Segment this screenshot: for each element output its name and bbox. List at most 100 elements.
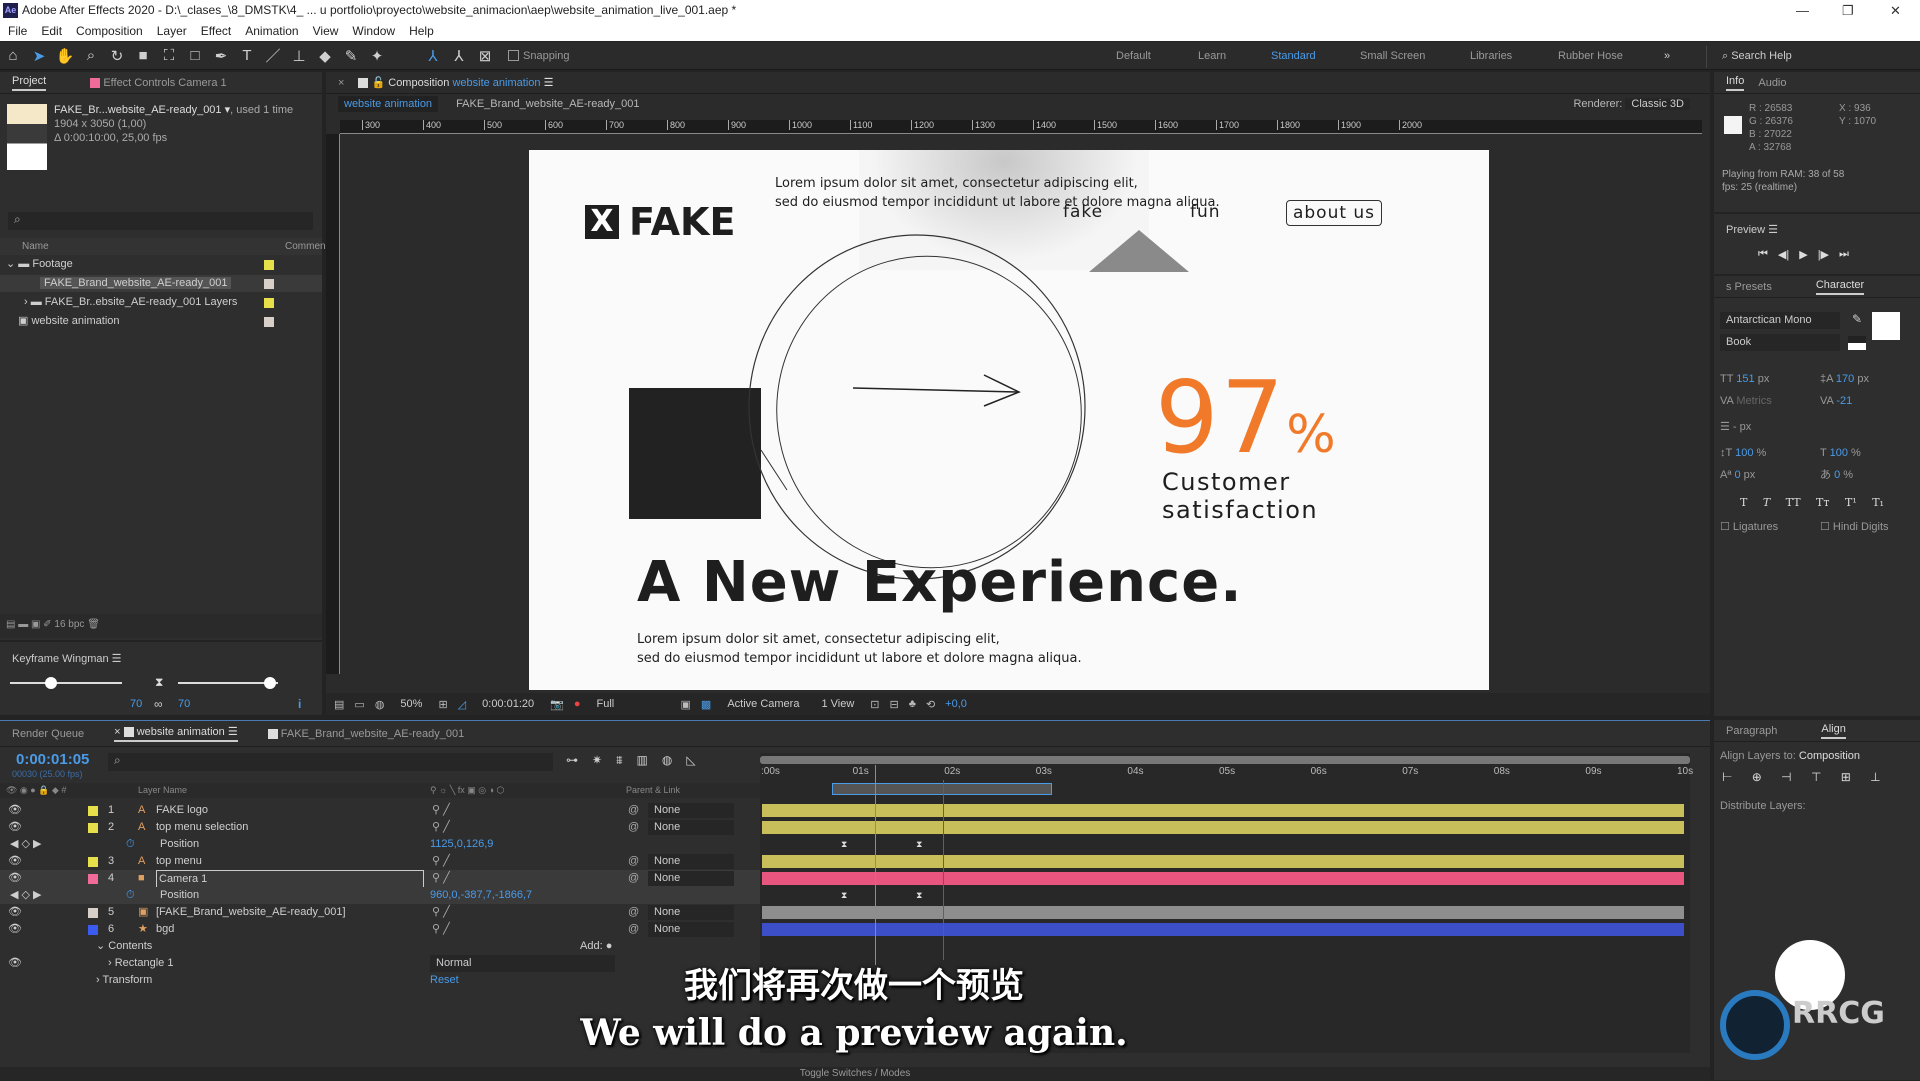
exposure-reset-icon[interactable]: ⟲	[926, 698, 935, 711]
tracking-value[interactable]: -21	[1836, 395, 1852, 407]
ease-in-value[interactable]: 70	[130, 698, 142, 710]
playhead[interactable]	[874, 765, 876, 965]
close-icon[interactable]: ✕	[1890, 0, 1901, 21]
preview-options-icon[interactable]: ▤	[334, 698, 344, 711]
minimize-icon[interactable]: —	[1796, 0, 1809, 21]
next-frame-icon[interactable]: |▶	[1818, 248, 1829, 261]
prev-frame-icon[interactable]: ◀|	[1778, 248, 1789, 261]
snapping-checkbox[interactable]	[508, 50, 519, 61]
more-workspaces-icon[interactable]: »	[1664, 50, 1670, 62]
label-color[interactable]	[88, 908, 98, 918]
menu-composition[interactable]: Composition	[76, 21, 143, 41]
ease-in-slider[interactable]	[10, 682, 122, 684]
col-comment[interactable]: Commen	[285, 238, 326, 255]
workspace-default[interactable]: Default	[1116, 50, 1151, 62]
menu-file[interactable]: File	[8, 21, 27, 41]
project-item-footage[interactable]: ⌄ ▬ Footage	[0, 256, 322, 273]
label-color[interactable]	[88, 857, 98, 867]
property-row[interactable]: ◀ ◇ ▶ ⏱ Position 960,0,-387,7,-1866,7	[0, 887, 760, 904]
graph-editor-icon[interactable]: ◺	[686, 753, 695, 768]
pickwhip-icon[interactable]: @	[628, 870, 639, 887]
pan-behind-tool-icon[interactable]: ⛶	[156, 47, 182, 64]
keyframe[interactable]: ⧗	[916, 890, 923, 900]
layer-duration-bar[interactable]	[762, 906, 1684, 919]
workspace-standard[interactable]: Standard	[1271, 50, 1316, 62]
workspace-libraries[interactable]: Libraries	[1470, 50, 1512, 62]
tab-audio[interactable]: Audio	[1758, 77, 1786, 89]
timeline-search-input[interactable]: ⌕	[108, 753, 553, 771]
pickwhip-icon[interactable]: @	[628, 921, 639, 938]
camera-tool-icon[interactable]: ■	[130, 47, 156, 64]
tab-render-queue[interactable]: Render Queue	[12, 728, 84, 740]
menu-window[interactable]: Window	[352, 21, 395, 41]
shy-icon[interactable]: ⩩	[616, 753, 622, 768]
switches[interactable]: ⚲ ╱	[432, 802, 450, 819]
hand-tool-icon[interactable]: ✋	[52, 47, 78, 65]
close-tab-icon[interactable]: ×	[338, 77, 344, 89]
property-value[interactable]: 960,0,-387,7,-1866,7	[430, 887, 532, 904]
menu-layer[interactable]: Layer	[157, 21, 187, 41]
view-axis-icon[interactable]: ⊠	[472, 47, 498, 65]
layer-name[interactable]: [FAKE_Brand_website_AE-ready_001]	[156, 904, 346, 921]
visibility-icon[interactable]: 👁	[8, 804, 22, 816]
layer-name[interactable]: bgd	[156, 921, 174, 938]
resolution-dropdown[interactable]: Full	[590, 698, 671, 710]
visibility-icon[interactable]: 👁	[8, 821, 22, 833]
col-parent[interactable]: Parent & Link	[626, 783, 680, 798]
current-time[interactable]: 0:00:01:05	[16, 751, 89, 768]
visibility-icon[interactable]: 👁	[8, 872, 22, 884]
tsume-value[interactable]: 0	[1834, 469, 1840, 481]
crumb-website-animation[interactable]: website animation	[338, 96, 439, 112]
workspace-learn[interactable]: Learn	[1198, 50, 1226, 62]
menu-help[interactable]: Help	[409, 21, 434, 41]
parent-dropdown[interactable]: None	[648, 854, 734, 869]
renderer-dropdown[interactable]: Classic 3D	[1625, 98, 1690, 110]
kerning-value[interactable]: Metrics	[1736, 395, 1771, 407]
stopwatch-icon[interactable]: ⏱	[126, 836, 135, 853]
tab-character[interactable]: Character	[1815, 279, 1865, 295]
font-style-dropdown[interactable]: Book	[1720, 334, 1840, 351]
label-color[interactable]	[88, 874, 98, 884]
visibility-icon[interactable]: 👁	[8, 855, 22, 867]
pickwhip-icon[interactable]: @	[628, 904, 639, 921]
frame-blending-icon[interactable]: ▥	[636, 753, 647, 768]
keyframe[interactable]: ⧗	[916, 839, 923, 849]
parent-dropdown[interactable]: None	[648, 905, 734, 920]
tab-effect-controls[interactable]: Effect Controls Camera 1	[103, 77, 226, 89]
local-axis-icon[interactable]: ⅄	[420, 47, 446, 65]
project-search-input[interactable]: ⌕	[8, 212, 313, 230]
menu-view[interactable]: View	[313, 21, 339, 41]
tab-project[interactable]: Project	[12, 75, 47, 91]
layer-row[interactable]: 👁 1 A FAKE logo ⚲ ╱ @ None	[0, 802, 760, 819]
pickwhip-icon[interactable]: @	[628, 819, 639, 836]
keyframe-nav[interactable]: ◀ ◇ ▶	[10, 838, 42, 850]
search-help-input[interactable]: ⌕ Search Help	[1722, 46, 1912, 66]
keyframe[interactable]: ⧗	[841, 839, 848, 849]
horizontal-scale-value[interactable]: 100	[1830, 447, 1848, 459]
composition-flowchart-icon[interactable]: ⊶	[566, 753, 578, 768]
work-area-bar[interactable]	[760, 756, 1690, 764]
switches[interactable]: ⚲ ╱	[432, 853, 450, 870]
layer-row[interactable]: 👁 3 A top menu ⚲ ╱ @ None	[0, 853, 760, 870]
layer-duration-bar[interactable]	[762, 923, 1684, 936]
fill-color-swatch[interactable]	[1872, 312, 1900, 340]
time-graph[interactable]	[760, 753, 1690, 1053]
first-frame-icon[interactable]: ⏮	[1758, 248, 1768, 261]
info-icon[interactable]: i	[298, 697, 301, 711]
contents-row[interactable]: ⌄ Contents Add: ●	[0, 938, 760, 955]
baseline-shift-value[interactable]: 0	[1734, 469, 1740, 481]
align-to-dropdown[interactable]: Composition	[1799, 750, 1860, 762]
pen-tool-icon[interactable]: ✒	[208, 47, 234, 65]
ease-out-slider[interactable]	[178, 682, 278, 684]
channel-icon[interactable]: ●	[574, 698, 581, 710]
snapshot-icon[interactable]: 📷	[550, 698, 564, 711]
world-axis-icon[interactable]: ⅄	[446, 47, 472, 65]
fast-preview-icon[interactable]: ▣	[681, 698, 691, 711]
font-style-buttons[interactable]: T T TT Tт T¹ T₁	[1720, 492, 1916, 514]
transparency-grid-icon[interactable]: ▩	[701, 698, 711, 711]
eyedropper-icon[interactable]: ✎	[1852, 312, 1862, 326]
stroke-width-value[interactable]: - px	[1733, 421, 1751, 433]
layer-row[interactable]: 👁 5 ▣ [FAKE_Brand_website_AE-ready_001] …	[0, 904, 760, 921]
parent-dropdown[interactable]: None	[648, 871, 734, 886]
switches[interactable]: ⚲ ╱	[432, 870, 450, 887]
